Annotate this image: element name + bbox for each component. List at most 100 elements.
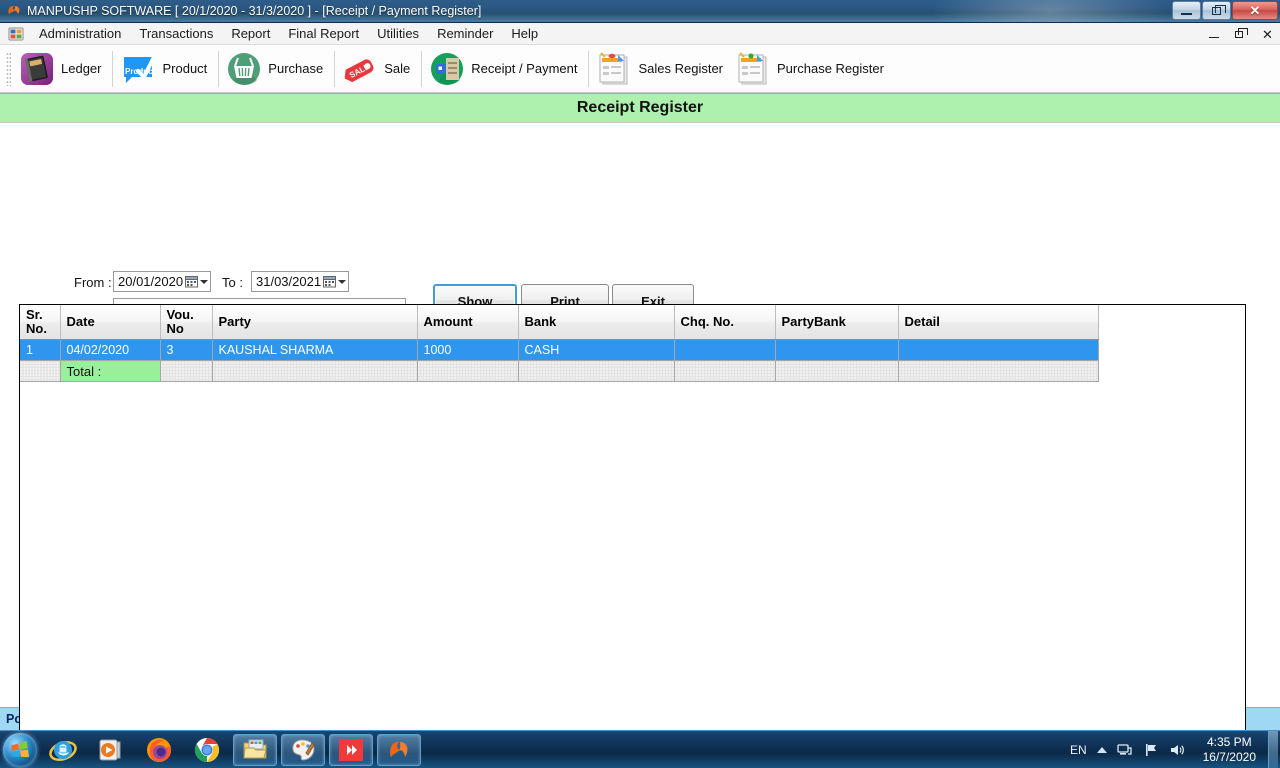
page-title: Receipt Register [576,99,704,116]
column-header-date[interactable]: Date [60,305,161,341]
from-date-picker[interactable] [185,275,208,288]
ledger-book-icon [17,49,57,89]
menu-item-administration[interactable]: Administration [30,23,130,44]
toolbar: Ledger Products Product Purchase SALE Sa… [0,45,1280,93]
mdi-child-controls: ✕ [1209,23,1274,45]
purchase-register-icon [733,49,773,89]
column-header-bank[interactable]: Bank [518,305,675,341]
client-area: Receipt Register From : 20/01/2020 To: … [0,93,1280,768]
receipt-register-grid[interactable]: Sr. No. Date Vou. No Party Amount Bank Chq. No… [19,304,1246,768]
to-date-value: 31/03/2021 [256,274,322,289]
flag-icon[interactable] [1143,742,1159,758]
system-menu-icon[interactable] [8,26,24,42]
sales-register-icon [594,49,634,89]
total-label: Total : [60,360,161,383]
table-header-row: Sr. No. Date Vou. No Party Amount Bank Chq. No… [20,305,1099,341]
table-cell[interactable]: 04/02/2020 [60,339,161,362]
chevron-down-icon [338,279,346,284]
menu-item-reminder[interactable]: Reminder [428,23,502,44]
toolbar-separator [334,50,336,87]
minimize-button[interactable] [1172,1,1201,20]
taskbar-firefox-icon[interactable] [137,734,181,766]
toolbar-separator [112,50,114,87]
sale-tag-icon: SALE [340,49,380,89]
tray-language[interactable]: EN [1070,743,1087,757]
toolbar-separator [218,50,220,87]
column-header-detail[interactable]: Detail [898,305,1099,341]
show-desktop-button[interactable] [1268,730,1278,768]
taskbar-red-app-icon[interactable] [329,733,373,766]
clock-time: 4:35 PM [1206,734,1252,749]
column-header-chq-no[interactable]: Chq. No. [674,305,776,341]
total-cell [212,360,418,383]
table-body: 1 04/02/2020 3 KAUSHAL SHARMA 1000 CASH Total … [20,339,1099,383]
table-cell[interactable] [898,339,1099,362]
network-icon[interactable] [1116,742,1133,758]
menu-item-utilities[interactable]: Utilities [368,23,428,44]
table-cell[interactable]: 3 [160,339,213,362]
toolbar-label-receipt-payment: Receipt / Payment [471,61,578,76]
clock[interactable]: 4:35 PM 16/7/2020 [1195,735,1264,765]
taskbar-paint-icon[interactable] [281,733,325,766]
to-label: To : [222,275,243,290]
menu-item-transactions[interactable]: Transactions [130,23,222,44]
taskbar-internet-explorer-icon[interactable] [41,734,85,766]
table-cell[interactable]: CASH [518,339,675,362]
table-cell[interactable]: KAUSHAL SHARMA [212,339,418,362]
total-cell [898,360,1099,383]
taskbar-chrome-icon[interactable] [185,734,229,766]
table-cell[interactable]: 1000 [417,339,519,362]
table-cell[interactable] [775,339,899,362]
close-button[interactable]: ✕ [1232,1,1278,20]
to-date-picker[interactable] [323,275,346,288]
toolbar-separator [421,50,423,87]
taskbar-manpushp-app-icon[interactable] [377,733,421,766]
column-header-vou-no[interactable]: Vou. No [160,305,213,341]
system-tray: EN 4:35 PM 16/7/2020 [1070,730,1280,768]
toolbar-grip[interactable] [6,51,11,86]
taskbar-media-player-icon[interactable] [89,734,133,766]
column-header-sr-no[interactable]: Sr. No. [20,305,61,341]
products-tag-icon: Products [118,49,161,89]
tray-show-hidden-icons[interactable] [1096,746,1107,753]
toolbar-separator [588,50,590,87]
to-date-input[interactable]: 31/03/2021 [251,271,349,292]
taskbar: EN 4:35 PM 16/7/2020 [0,730,1280,768]
mdi-restore-button[interactable] [1235,27,1248,38]
restore-button[interactable] [1202,1,1231,20]
toolbar-button-receipt-payment[interactable]: Receipt / Payment [425,47,585,91]
total-cell [674,360,776,383]
receipt-table: Sr. No. Date Vou. No Party Amount Bank Chq. No… [20,305,1099,383]
filter-panel: From : 20/01/2020 To: 31/03/2021 Show P… [0,123,1280,320]
start-button[interactable] [3,732,37,767]
toolbar-button-sale[interactable]: SALE Sale [338,47,418,91]
column-header-party[interactable]: Party [212,305,418,341]
menu-item-report[interactable]: Report [222,23,279,44]
clock-date: 16/7/2020 [1202,749,1256,764]
title-bar: MANPUSHP SOFTWARE [ 20/1/2020 - 31/3/202… [0,0,1280,23]
menu-item-final-report[interactable]: Final Report [279,23,368,44]
app-icon [6,3,22,19]
table-row[interactable]: 1 04/02/2020 3 KAUSHAL SHARMA 1000 CASH [20,339,1099,362]
from-date-input[interactable]: 20/01/2020 [113,271,211,292]
total-cell [518,360,675,383]
table-cell[interactable] [674,339,776,362]
volume-icon[interactable] [1169,742,1185,758]
menu-bar: Administration Transactions Report Final… [0,23,1280,45]
toolbar-label-purchase: Purchase [268,61,324,76]
toolbar-label-ledger: Ledger [61,61,102,76]
toolbar-button-sales-register[interactable]: Sales Register [592,47,731,91]
taskbar-file-explorer-icon[interactable] [233,733,277,766]
toolbar-label-sale: Sale [384,61,411,76]
toolbar-button-purchase[interactable]: Purchase [222,47,331,91]
toolbar-button-product[interactable]: Products Product [116,47,215,91]
menu-item-help[interactable]: Help [502,23,547,44]
toolbar-button-purchase-register[interactable]: Purchase Register [731,47,892,91]
column-header-partybank[interactable]: PartyBank [775,305,899,341]
mdi-close-button[interactable]: ✕ [1261,28,1274,41]
mdi-minimize-button[interactable] [1209,30,1222,39]
column-header-amount[interactable]: Amount [417,305,519,341]
receipt-payment-icon [427,49,467,89]
toolbar-button-ledger[interactable]: Ledger [15,47,109,91]
table-cell[interactable]: 1 [20,339,61,362]
